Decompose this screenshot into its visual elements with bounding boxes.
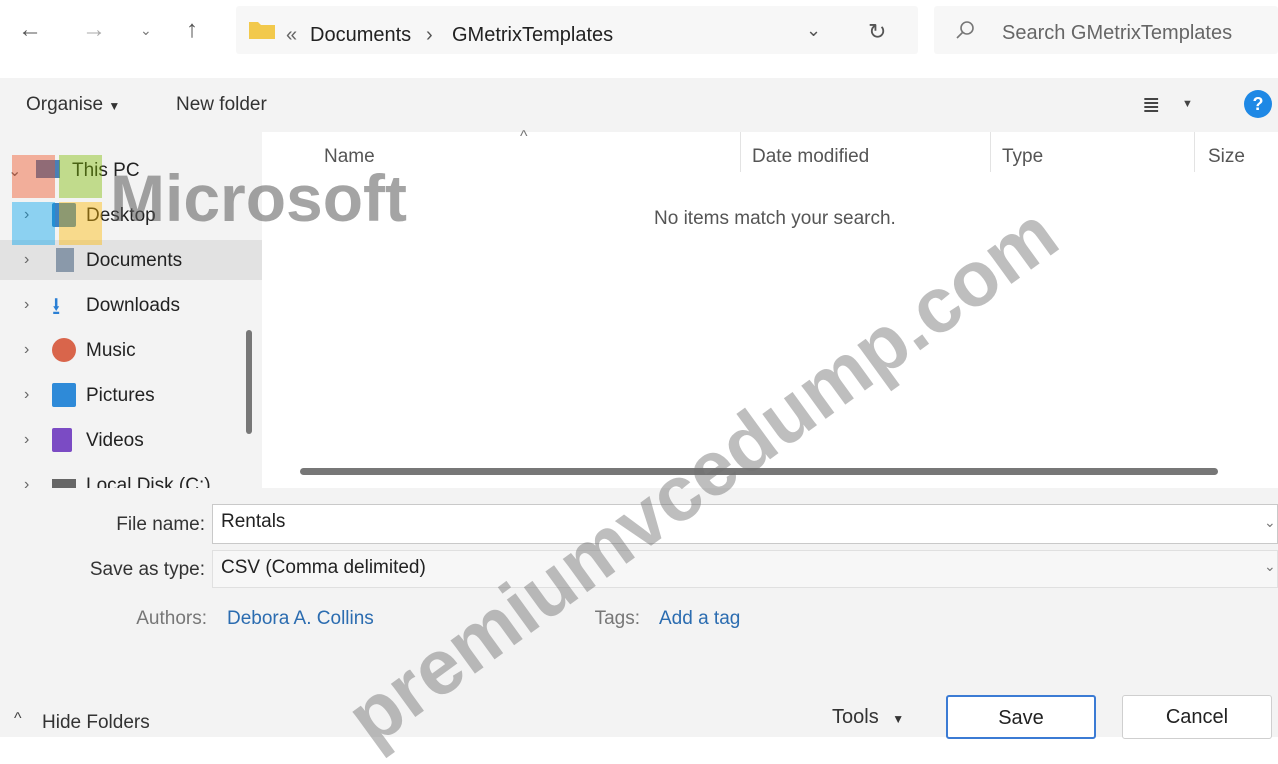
sort-ascending-icon: ^ xyxy=(520,128,528,145)
address-bar-row: ← → ⌄ ↑ « Documents › GMetrixTemplates ⌄… xyxy=(0,0,1278,64)
save-as-type-label: Save as type: xyxy=(89,559,205,580)
file-name-input[interactable]: Rentals xyxy=(212,504,1278,544)
save-as-type-select[interactable]: CSV (Comma delimited) xyxy=(212,550,1278,588)
column-divider[interactable] xyxy=(740,132,741,172)
microsoft-logo-watermark xyxy=(12,155,102,245)
tools-button[interactable]: Tools ▼ xyxy=(832,706,904,729)
file-name-value: Rentals xyxy=(221,511,286,532)
breadcrumb-gmetrixtemplates[interactable]: GMetrixTemplates xyxy=(452,24,613,47)
column-header-date-modified[interactable]: Date modified xyxy=(752,146,869,168)
view-dropdown-icon[interactable]: ▼ xyxy=(1182,98,1193,110)
authors-value[interactable]: Debora A. Collins xyxy=(227,608,374,630)
column-header-type[interactable]: Type xyxy=(1002,146,1043,168)
organise-label: Organise xyxy=(26,94,104,115)
nav-item-local-disk[interactable]: › Local Disk (C:) xyxy=(0,465,262,488)
refresh-icon[interactable]: ↻ xyxy=(868,19,886,45)
nav-item-label: Documents xyxy=(86,250,183,271)
nav-item-label: Local Disk (C:) xyxy=(86,475,211,488)
folder-icon xyxy=(249,22,275,39)
breadcrumb-separator: › xyxy=(426,24,433,46)
empty-results-message: No items match your search. xyxy=(654,208,896,229)
address-dropdown-chevron-icon[interactable]: ⌄ xyxy=(806,20,821,41)
nav-item-videos[interactable]: › Videos xyxy=(0,420,262,460)
forward-arrow-icon[interactable]: → xyxy=(82,18,106,42)
organise-button[interactable]: Organise ▼ xyxy=(26,94,120,116)
up-arrow-icon[interactable]: ↑ xyxy=(186,18,198,42)
nav-item-music[interactable]: › Music xyxy=(0,330,262,370)
documents-icon xyxy=(56,248,74,272)
nav-item-pictures[interactable]: › Pictures xyxy=(0,375,262,415)
videos-icon xyxy=(52,428,72,452)
cancel-button[interactable]: Cancel xyxy=(1122,695,1272,739)
recent-locations-chevron-icon[interactable]: ⌄ xyxy=(140,18,152,42)
help-icon[interactable]: ? xyxy=(1244,90,1272,118)
organise-dropdown-icon: ▼ xyxy=(108,99,121,113)
nav-pane-scrollbar[interactable] xyxy=(246,330,252,434)
nav-item-label: Downloads xyxy=(86,295,180,316)
search-placeholder: Search GMetrixTemplates xyxy=(1002,22,1233,44)
file-name-label: File name: xyxy=(116,514,205,535)
command-bar: Organise ▼ New folder ≣ ▼ ? xyxy=(0,78,1278,132)
column-header-size[interactable]: Size xyxy=(1208,146,1245,168)
drive-icon xyxy=(52,479,76,488)
save-as-type-dropdown-icon[interactable]: ⌄ xyxy=(1264,558,1276,575)
music-icon xyxy=(52,338,76,362)
column-divider[interactable] xyxy=(1194,132,1195,172)
collapsed-chevron-icon[interactable]: › xyxy=(24,251,29,269)
collapsed-chevron-icon[interactable]: › xyxy=(24,386,29,404)
collapsed-chevron-icon[interactable]: › xyxy=(24,296,29,314)
view-options-icon[interactable]: ≣ xyxy=(1142,92,1160,118)
collapsed-chevron-icon[interactable]: › xyxy=(24,431,29,449)
collapsed-chevron-icon[interactable]: › xyxy=(24,341,29,359)
breadcrumb-prefix: « xyxy=(286,24,298,46)
new-folder-button[interactable]: New folder xyxy=(176,94,267,116)
download-icon: ⭳ xyxy=(52,293,61,320)
nav-item-downloads[interactable]: › ⭳ Downloads xyxy=(0,285,262,325)
file-name-dropdown-icon[interactable]: ⌄ xyxy=(1264,514,1276,531)
tools-dropdown-icon: ▼ xyxy=(892,712,905,726)
breadcrumb-documents[interactable]: Documents xyxy=(310,24,411,47)
back-arrow-icon[interactable]: ← xyxy=(18,18,42,42)
collapsed-chevron-icon[interactable]: › xyxy=(24,476,29,488)
pictures-icon xyxy=(52,383,76,407)
nav-item-label: Music xyxy=(86,340,136,361)
nav-item-label: Videos xyxy=(86,430,144,451)
save-as-type-value: CSV (Comma delimited) xyxy=(221,557,426,578)
search-icon xyxy=(956,21,974,39)
nav-item-documents[interactable]: › Documents xyxy=(0,240,262,280)
nav-item-label: Pictures xyxy=(86,385,155,406)
tools-label: Tools xyxy=(832,706,879,728)
authors-label: Authors: xyxy=(136,608,207,629)
hide-folders-chevron-icon[interactable]: ^ xyxy=(14,710,22,728)
hide-folders-button[interactable]: Hide Folders xyxy=(42,712,150,734)
column-divider[interactable] xyxy=(990,132,991,172)
search-box[interactable]: Search GMetrixTemplates xyxy=(934,6,1278,54)
address-bar[interactable]: « Documents › GMetrixTemplates ⌄ ↻ xyxy=(236,6,918,54)
brand-watermark: Microsoft xyxy=(110,161,407,235)
save-button[interactable]: Save xyxy=(946,695,1096,739)
add-tag-link[interactable]: Add a tag xyxy=(659,608,740,630)
